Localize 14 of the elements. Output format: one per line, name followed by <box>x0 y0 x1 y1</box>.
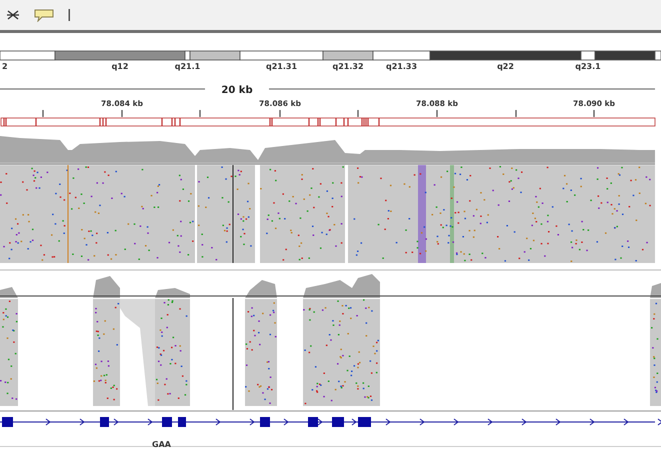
crosshair-icon[interactable] <box>6 8 20 22</box>
band-label: q23.1 <box>575 62 601 71</box>
chromosome-ideogram[interactable]: 2 q12 q21.1 q21.31 q21.32 q21.33 q22 q23.1 <box>0 41 661 75</box>
band-label: q22 <box>497 62 514 71</box>
band-label: q21.1 <box>174 62 200 71</box>
band-label: 2 <box>2 62 8 71</box>
gene-name: GAA <box>152 440 171 449</box>
speech-bubble-icon[interactable] <box>34 8 54 22</box>
cursor-icon[interactable] <box>68 9 71 21</box>
band-label: q21.31 <box>266 62 298 71</box>
band-label: q21.32 <box>332 62 364 71</box>
scale-label: 20 kb <box>221 85 253 96</box>
band-label: q12 <box>112 62 128 71</box>
band-label: q21.33 <box>386 62 418 71</box>
